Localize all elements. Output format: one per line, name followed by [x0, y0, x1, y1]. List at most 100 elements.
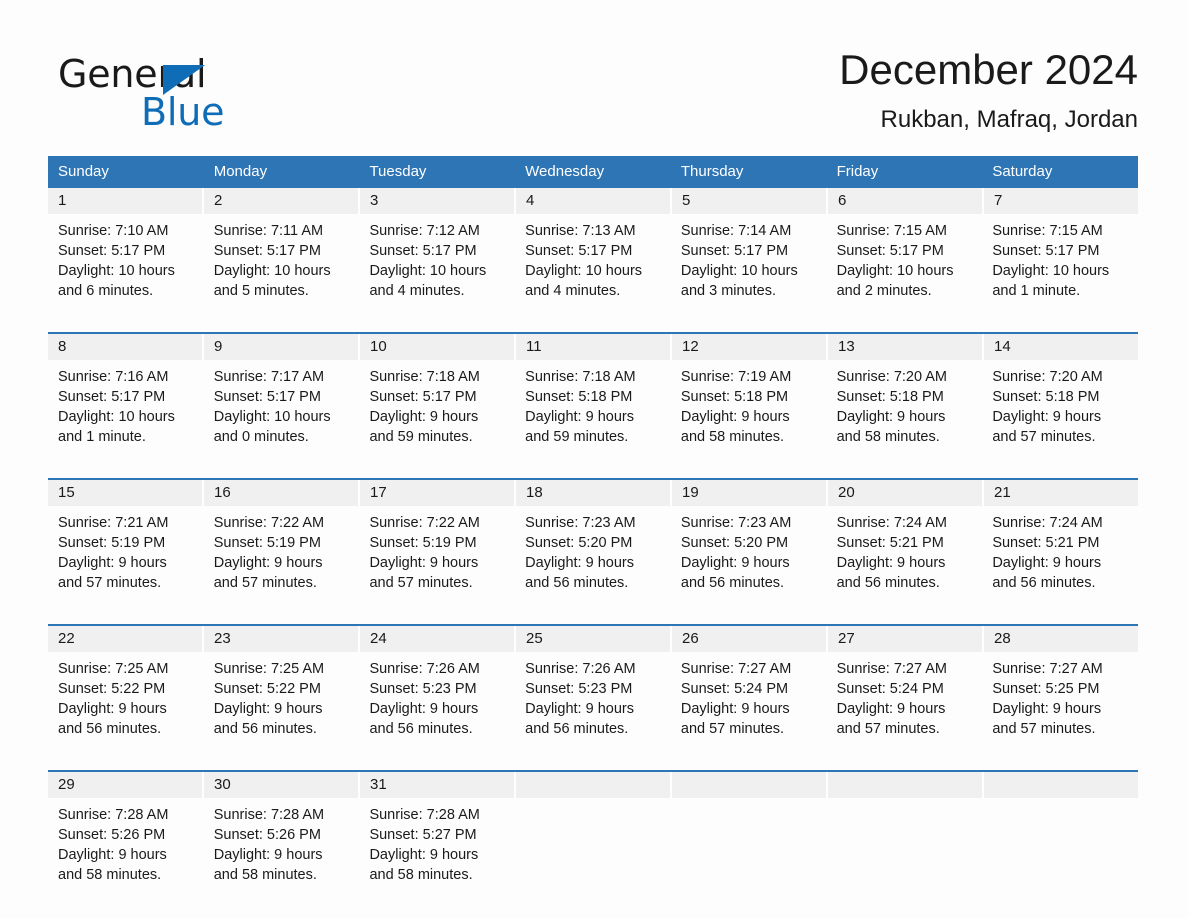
title-block: December 2024 Rukban, Mafraq, Jordan	[839, 44, 1138, 134]
day-number[interactable]: 28	[984, 626, 1138, 652]
day-number[interactable]: 13	[828, 334, 984, 360]
day-number[interactable]: 30	[204, 772, 360, 798]
day-cell[interactable]: Sunrise: 7:27 AM Sunset: 5:24 PM Dayligh…	[671, 652, 827, 760]
day-cell[interactable]: Sunrise: 7:22 AM Sunset: 5:19 PM Dayligh…	[204, 506, 360, 614]
calendar-table: Sunday Monday Tuesday Wednesday Thursday…	[48, 156, 1138, 902]
day-detail-row: Sunrise: 7:10 AM Sunset: 5:17 PM Dayligh…	[48, 214, 1138, 322]
sunset-text: Sunset: 5:17 PM	[58, 243, 166, 259]
daylight-text: Daylight: 9 hours	[525, 409, 634, 425]
daylight-text: Daylight: 9 hours	[213, 701, 323, 717]
sunset-text: Sunset: 5:17 PM	[525, 243, 633, 259]
sunrise-text: Sunrise: 7:27 AM	[836, 661, 948, 677]
day-number[interactable]: 20	[828, 480, 984, 506]
day-number[interactable]: 17	[360, 480, 516, 506]
day-cell[interactable]: Sunrise: 7:24 AM Sunset: 5:21 PM Dayligh…	[827, 506, 983, 614]
day-cell[interactable]: Sunrise: 7:18 AM Sunset: 5:17 PM Dayligh…	[359, 360, 515, 468]
day-cell[interactable]: Sunrise: 7:26 AM Sunset: 5:23 PM Dayligh…	[515, 652, 671, 760]
logo-text-blue: Blue	[141, 90, 225, 134]
day-cell[interactable]: Sunrise: 7:22 AM Sunset: 5:19 PM Dayligh…	[359, 506, 515, 614]
sunrise-text: Sunrise: 7:18 AM	[525, 369, 636, 385]
daylight-text-cont: and 0 minutes.	[213, 429, 309, 445]
day-cell[interactable]: Sunrise: 7:26 AM Sunset: 5:23 PM Dayligh…	[359, 652, 515, 760]
sunrise-text: Sunrise: 7:12 AM	[369, 223, 480, 239]
daylight-text-cont: and 56 minutes.	[836, 575, 940, 591]
day-number[interactable]: 26	[672, 626, 828, 652]
day-number[interactable]: 25	[516, 626, 672, 652]
day-number[interactable]: 24	[360, 626, 516, 652]
day-number[interactable]: 6	[828, 188, 984, 214]
day-cell[interactable]: Sunrise: 7:28 AM Sunset: 5:26 PM Dayligh…	[204, 798, 360, 902]
day-cell[interactable]: Sunrise: 7:17 AM Sunset: 5:17 PM Dayligh…	[204, 360, 360, 468]
day-number[interactable]: 11	[516, 334, 672, 360]
day-number[interactable]: 2	[204, 188, 360, 214]
sunset-text: Sunset: 5:20 PM	[680, 535, 789, 551]
day-cell[interactable]: Sunrise: 7:23 AM Sunset: 5:20 PM Dayligh…	[515, 506, 671, 614]
day-cell[interactable]: Sunrise: 7:24 AM Sunset: 5:21 PM Dayligh…	[982, 506, 1138, 614]
day-cell[interactable]: Sunrise: 7:25 AM Sunset: 5:22 PM Dayligh…	[48, 652, 204, 760]
sunset-text: Sunset: 5:24 PM	[680, 681, 789, 697]
day-number[interactable]: 15	[48, 480, 204, 506]
day-number[interactable]: 3	[360, 188, 516, 214]
sunset-text: Sunset: 5:25 PM	[992, 681, 1100, 697]
day-cell[interactable]: Sunrise: 7:18 AM Sunset: 5:18 PM Dayligh…	[515, 360, 671, 468]
day-number[interactable]: 9	[204, 334, 360, 360]
calendar-page: General Blue December 2024 Rukban, Mafra…	[0, 0, 1188, 918]
day-number[interactable]: 8	[48, 334, 204, 360]
day-number[interactable]: 10	[360, 334, 516, 360]
sunset-text: Sunset: 5:21 PM	[836, 535, 944, 551]
daylight-text-cont: and 57 minutes.	[369, 575, 473, 591]
sunrise-text: Sunrise: 7:25 AM	[58, 661, 169, 677]
page-header: General Blue December 2024 Rukban, Mafra…	[48, 44, 1138, 152]
day-cell[interactable]: Sunrise: 7:12 AM Sunset: 5:17 PM Dayligh…	[359, 214, 515, 322]
day-number[interactable]: 1	[48, 188, 204, 214]
day-cell[interactable]: Sunrise: 7:14 AM Sunset: 5:17 PM Dayligh…	[671, 214, 827, 322]
daylight-text-cont: and 59 minutes.	[525, 429, 629, 445]
daylight-text: Daylight: 10 hours	[992, 263, 1110, 279]
daylight-text-cont: and 4 minutes.	[369, 283, 465, 299]
day-cell[interactable]: Sunrise: 7:13 AM Sunset: 5:17 PM Dayligh…	[515, 214, 671, 322]
day-cell[interactable]: Sunrise: 7:15 AM Sunset: 5:17 PM Dayligh…	[827, 214, 983, 322]
day-cell[interactable]: Sunrise: 7:19 AM Sunset: 5:18 PM Dayligh…	[671, 360, 827, 468]
day-number[interactable]: 29	[48, 772, 204, 798]
day-cell[interactable]: Sunrise: 7:21 AM Sunset: 5:19 PM Dayligh…	[48, 506, 204, 614]
day-cell[interactable]: Sunrise: 7:11 AM Sunset: 5:17 PM Dayligh…	[204, 214, 360, 322]
day-number[interactable]: 4	[516, 188, 672, 214]
day-cell[interactable]: Sunrise: 7:25 AM Sunset: 5:22 PM Dayligh…	[204, 652, 360, 760]
day-cell[interactable]: Sunrise: 7:16 AM Sunset: 5:17 PM Dayligh…	[48, 360, 204, 468]
day-number[interactable]: 7	[984, 188, 1138, 214]
daylight-text-cont: and 57 minutes.	[680, 721, 785, 737]
day-number[interactable]: 5	[672, 188, 828, 214]
day-number[interactable]: 19	[672, 480, 828, 506]
day-cell[interactable]: Sunrise: 7:20 AM Sunset: 5:18 PM Dayligh…	[982, 360, 1138, 468]
day-number[interactable]: 18	[516, 480, 672, 506]
day-number[interactable]: 23	[204, 626, 360, 652]
daylight-text-cont: and 1 minute.	[992, 283, 1081, 299]
sunset-text: Sunset: 5:17 PM	[58, 389, 166, 405]
day-number[interactable]: 31	[360, 772, 516, 798]
weekday-header-row: Sunday Monday Tuesday Wednesday Thursday…	[48, 156, 1138, 188]
general-blue-logo[interactable]: General Blue	[58, 52, 318, 142]
day-cell[interactable]: Sunrise: 7:23 AM Sunset: 5:20 PM Dayligh…	[671, 506, 827, 614]
sunset-text: Sunset: 5:17 PM	[836, 243, 944, 259]
weekday-header-thursday: Thursday	[680, 163, 744, 180]
day-cell[interactable]: Sunrise: 7:15 AM Sunset: 5:17 PM Dayligh…	[982, 214, 1138, 322]
day-cell[interactable]: Sunrise: 7:27 AM Sunset: 5:24 PM Dayligh…	[827, 652, 983, 760]
day-cell[interactable]: Sunrise: 7:28 AM Sunset: 5:27 PM Dayligh…	[359, 798, 515, 902]
daylight-text: Daylight: 10 hours	[213, 409, 331, 425]
day-detail-row: Sunrise: 7:16 AM Sunset: 5:17 PM Dayligh…	[48, 360, 1138, 468]
day-cell[interactable]: Sunrise: 7:20 AM Sunset: 5:18 PM Dayligh…	[827, 360, 983, 468]
day-number[interactable]: 21	[984, 480, 1138, 506]
day-number[interactable]: 12	[672, 334, 828, 360]
day-cell[interactable]: Sunrise: 7:28 AM Sunset: 5:26 PM Dayligh…	[48, 798, 204, 902]
day-cell[interactable]: Sunrise: 7:27 AM Sunset: 5:25 PM Dayligh…	[982, 652, 1138, 760]
day-number[interactable]: 14	[984, 334, 1138, 360]
sunset-text: Sunset: 5:19 PM	[369, 535, 477, 551]
day-cell[interactable]: Sunrise: 7:10 AM Sunset: 5:17 PM Dayligh…	[48, 214, 204, 322]
daylight-text-cont: and 58 minutes.	[369, 867, 473, 883]
daylight-text: Daylight: 9 hours	[992, 409, 1102, 425]
daylight-text: Daylight: 9 hours	[58, 847, 167, 863]
sunrise-text: Sunrise: 7:15 AM	[992, 223, 1103, 239]
day-number[interactable]: 27	[828, 626, 984, 652]
day-number[interactable]: 22	[48, 626, 204, 652]
day-number[interactable]: 16	[204, 480, 360, 506]
